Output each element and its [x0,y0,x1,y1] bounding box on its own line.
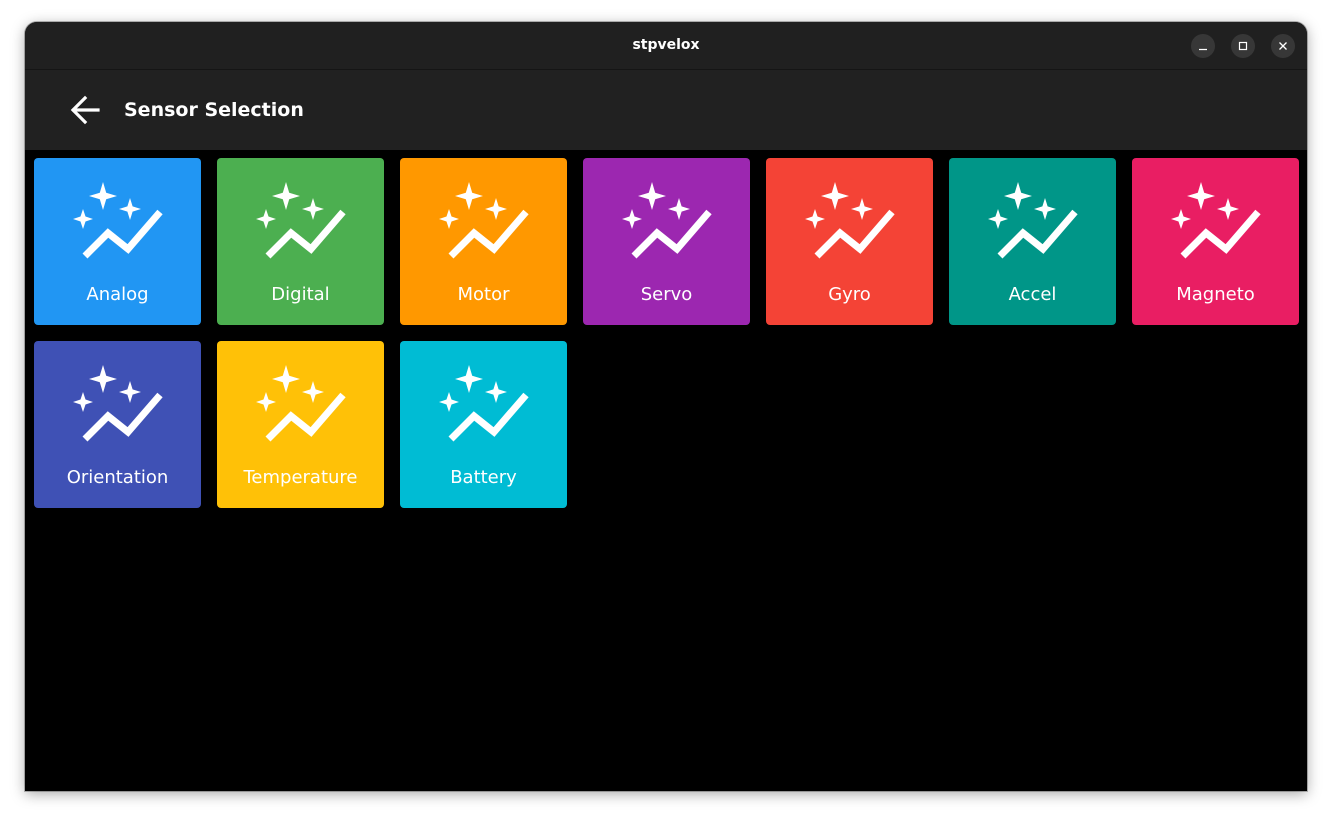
sensor-tile-label: Battery [450,467,517,488]
sensor-tile-digital[interactable]: Digital [217,158,384,325]
minimize-button[interactable] [1191,34,1215,58]
auto-graph-icon [70,365,166,445]
sensor-tile-gyro[interactable]: Gyro [766,158,933,325]
sensor-tile-label: Analog [86,284,149,305]
sensor-tile-magneto[interactable]: Magneto [1132,158,1299,325]
back-button[interactable] [65,90,105,130]
title-bar: stpvelox [25,22,1307,70]
auto-graph-icon [253,182,349,262]
sensor-tile-label: Magneto [1176,284,1255,305]
sensor-tile-accel[interactable]: Accel [949,158,1116,325]
sensor-tile-label: Temperature [243,467,358,488]
close-button[interactable] [1271,34,1295,58]
auto-graph-icon [619,182,715,262]
auto-graph-icon [70,182,166,262]
sensor-tile-label: Servo [640,284,693,305]
auto-graph-icon [436,365,532,445]
sensor-tile-orientation[interactable]: Orientation [34,341,201,508]
maximize-button[interactable] [1231,34,1255,58]
app-bar: Sensor Selection [25,70,1307,150]
auto-graph-icon [985,182,1081,262]
maximize-icon [1238,41,1248,51]
auto-graph-icon [253,365,349,445]
page-title: Sensor Selection [124,99,304,121]
sensor-tile-temperature[interactable]: Temperature [217,341,384,508]
sensor-tile-battery[interactable]: Battery [400,341,567,508]
sensor-tile-analog[interactable]: Analog [34,158,201,325]
arrow-back-icon [70,95,100,125]
minimize-icon [1199,48,1207,51]
app-window: stpvelox Sensor Selection Analog Digital… [25,22,1307,791]
sensor-tile-label: Gyro [828,284,871,305]
close-icon [1279,42,1287,50]
auto-graph-icon [1168,182,1264,262]
sensor-tile-label: Digital [271,284,330,305]
auto-graph-icon [436,182,532,262]
auto-graph-icon [802,182,898,262]
sensor-tile-servo[interactable]: Servo [583,158,750,325]
window-title: stpvelox [632,37,700,53]
sensor-tile-motor[interactable]: Motor [400,158,567,325]
sensor-tile-label: Motor [457,284,510,305]
sensor-tile-label: Accel [1008,284,1057,305]
sensor-tile-label: Orientation [66,467,169,488]
